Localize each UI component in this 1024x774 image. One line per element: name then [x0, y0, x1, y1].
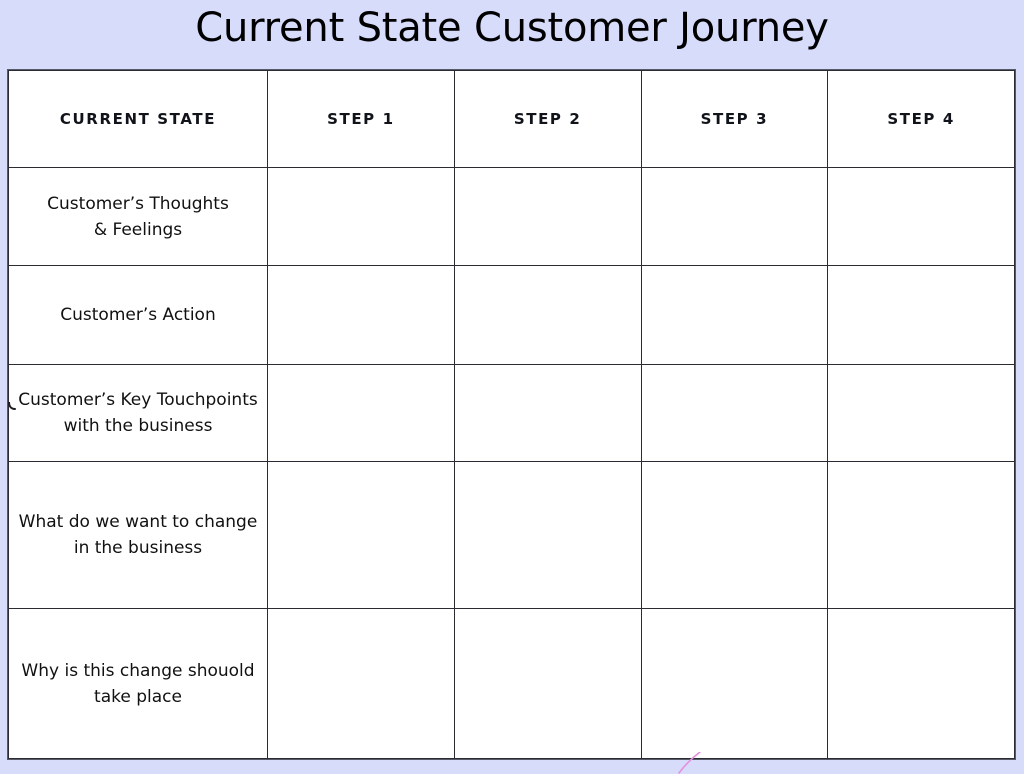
row-label-line: with the business	[63, 416, 213, 436]
customer-journey-table: CURRENT STATE STEP 1 STEP 2 STEP 3 STEP …	[8, 70, 1015, 759]
cell-thoughts-feelings-step-2[interactable]	[453, 167, 642, 266]
row-label-line: & Feelings	[93, 219, 183, 240]
table-header-row: CURRENT STATE STEP 1 STEP 2 STEP 3 STEP …	[8, 70, 1015, 168]
table-row: Customer’s Thoughts & Feelings	[8, 167, 1015, 266]
row-label-line: in the business	[73, 538, 203, 558]
column-header-step-4[interactable]: STEP 4	[827, 70, 1015, 168]
row-label-line: Customer’s Key Touchpoints	[18, 390, 258, 410]
cell-key-touchpoints-step-1[interactable]	[267, 364, 455, 462]
column-header-current-state[interactable]: CURRENT STATE	[8, 70, 268, 168]
cell-thoughts-feelings-step-3[interactable]	[640, 167, 829, 266]
column-header-step-2[interactable]: STEP 2	[453, 70, 642, 168]
table-row: Customer’s Action	[8, 265, 1015, 365]
page-title: Current State Customer Journey	[195, 5, 829, 51]
cell-what-to-change-step-3[interactable]	[640, 461, 829, 609]
row-label-line: Why is this change shouold	[21, 660, 255, 681]
cell-customer-action-step-2[interactable]	[453, 265, 642, 365]
cell-what-to-change-step-2[interactable]	[453, 461, 642, 609]
column-header-step-1[interactable]: STEP 1	[267, 70, 455, 168]
row-label-line: What do we want to change	[18, 512, 258, 532]
cell-why-change-step-1[interactable]	[267, 608, 455, 759]
cell-what-to-change-step-1[interactable]	[267, 461, 455, 609]
cell-customer-action-step-1[interactable]	[267, 265, 455, 365]
cell-key-touchpoints-step-2[interactable]	[453, 364, 642, 462]
table-row: Why is this change shouold take place	[8, 608, 1015, 759]
column-header-step-3[interactable]: STEP 3	[640, 70, 829, 168]
row-label-line: Customer’s Thoughts	[47, 193, 229, 214]
row-label-what-to-change[interactable]: What do we want to change in the busines…	[8, 461, 268, 609]
row-label-key-touchpoints[interactable]: Customer’s Key Touchpoints with the busi…	[8, 364, 268, 462]
cell-customer-action-step-4[interactable]	[827, 265, 1015, 365]
cell-why-change-step-2[interactable]	[453, 608, 642, 759]
row-label-why-change[interactable]: Why is this change shouold take place	[8, 608, 268, 759]
cell-thoughts-feelings-step-4[interactable]	[827, 167, 1015, 266]
cell-key-touchpoints-step-4[interactable]	[827, 364, 1015, 462]
cell-key-touchpoints-step-3[interactable]	[640, 364, 829, 462]
row-label-customer-action[interactable]: Customer’s Action	[8, 265, 268, 365]
cell-customer-action-step-3[interactable]	[640, 265, 829, 365]
row-label-line: Customer’s Action	[60, 305, 216, 325]
cell-thoughts-feelings-step-1[interactable]	[267, 167, 455, 266]
cell-why-change-step-4[interactable]	[827, 608, 1015, 759]
slide-canvas: Current State Customer Journey CURRENT S…	[0, 0, 1024, 774]
table-row: Customer’s Key Touchpoints with the busi…	[8, 364, 1015, 462]
cell-why-change-step-3[interactable]	[640, 608, 829, 759]
row-label-thoughts-feelings[interactable]: Customer’s Thoughts & Feelings	[8, 167, 268, 266]
row-label-line: take place	[94, 686, 182, 707]
cell-what-to-change-step-4[interactable]	[827, 461, 1015, 609]
table-row: What do we want to change in the busines…	[8, 461, 1015, 609]
